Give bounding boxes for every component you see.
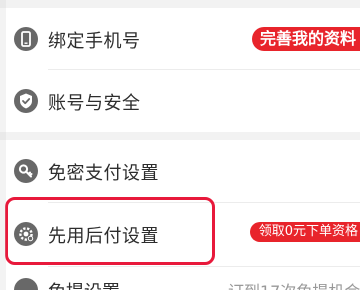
- settings-row-account-security[interactable]: 账号与安全: [0, 70, 360, 132]
- settings-screen: 绑定手机号 完善我的资料 账号与安全 免密支付设置 先用后付设置 领取0元下单资…: [0, 0, 360, 290]
- settings-row-password-free-payment[interactable]: 免密支付设置: [0, 140, 360, 202]
- account-security-label: 账号与安全: [48, 93, 141, 114]
- phone-icon: [14, 27, 38, 51]
- left-edge-shadow: [0, 0, 6, 290]
- cut-off-row-hint: 订到17次免提机会: [228, 278, 360, 290]
- zero-yuan-order-badge[interactable]: 领取0元下单资格: [249, 222, 360, 242]
- shield-check-icon: [14, 89, 38, 113]
- partial-icon: [14, 278, 38, 290]
- cut-off-row-label: 免提设置: [48, 278, 120, 290]
- row-divider: [48, 266, 360, 267]
- bind-phone-label: 绑定手机号: [48, 31, 141, 52]
- password-free-payment-label: 免密支付设置: [48, 163, 159, 184]
- highlight-box: [5, 197, 215, 265]
- settings-row-cut-off[interactable]: 免提设置 订到17次免提机会: [0, 268, 360, 290]
- settings-row-bind-phone[interactable]: 绑定手机号 完善我的资料: [0, 8, 360, 70]
- key-icon: [14, 159, 38, 183]
- complete-profile-badge[interactable]: 完善我的资料: [251, 27, 360, 51]
